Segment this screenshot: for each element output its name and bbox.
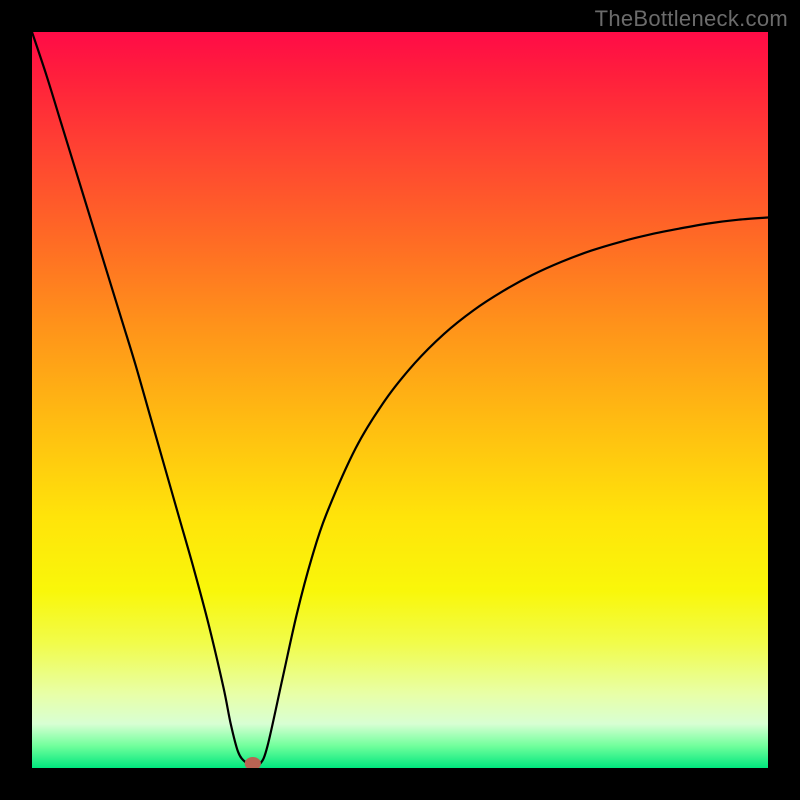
bottleneck-curve xyxy=(32,32,768,765)
curve-marker xyxy=(245,757,261,768)
chart-frame: TheBottleneck.com xyxy=(0,0,800,800)
plot-area xyxy=(32,32,768,768)
watermark-text: TheBottleneck.com xyxy=(595,6,788,32)
curve-svg xyxy=(32,32,768,768)
